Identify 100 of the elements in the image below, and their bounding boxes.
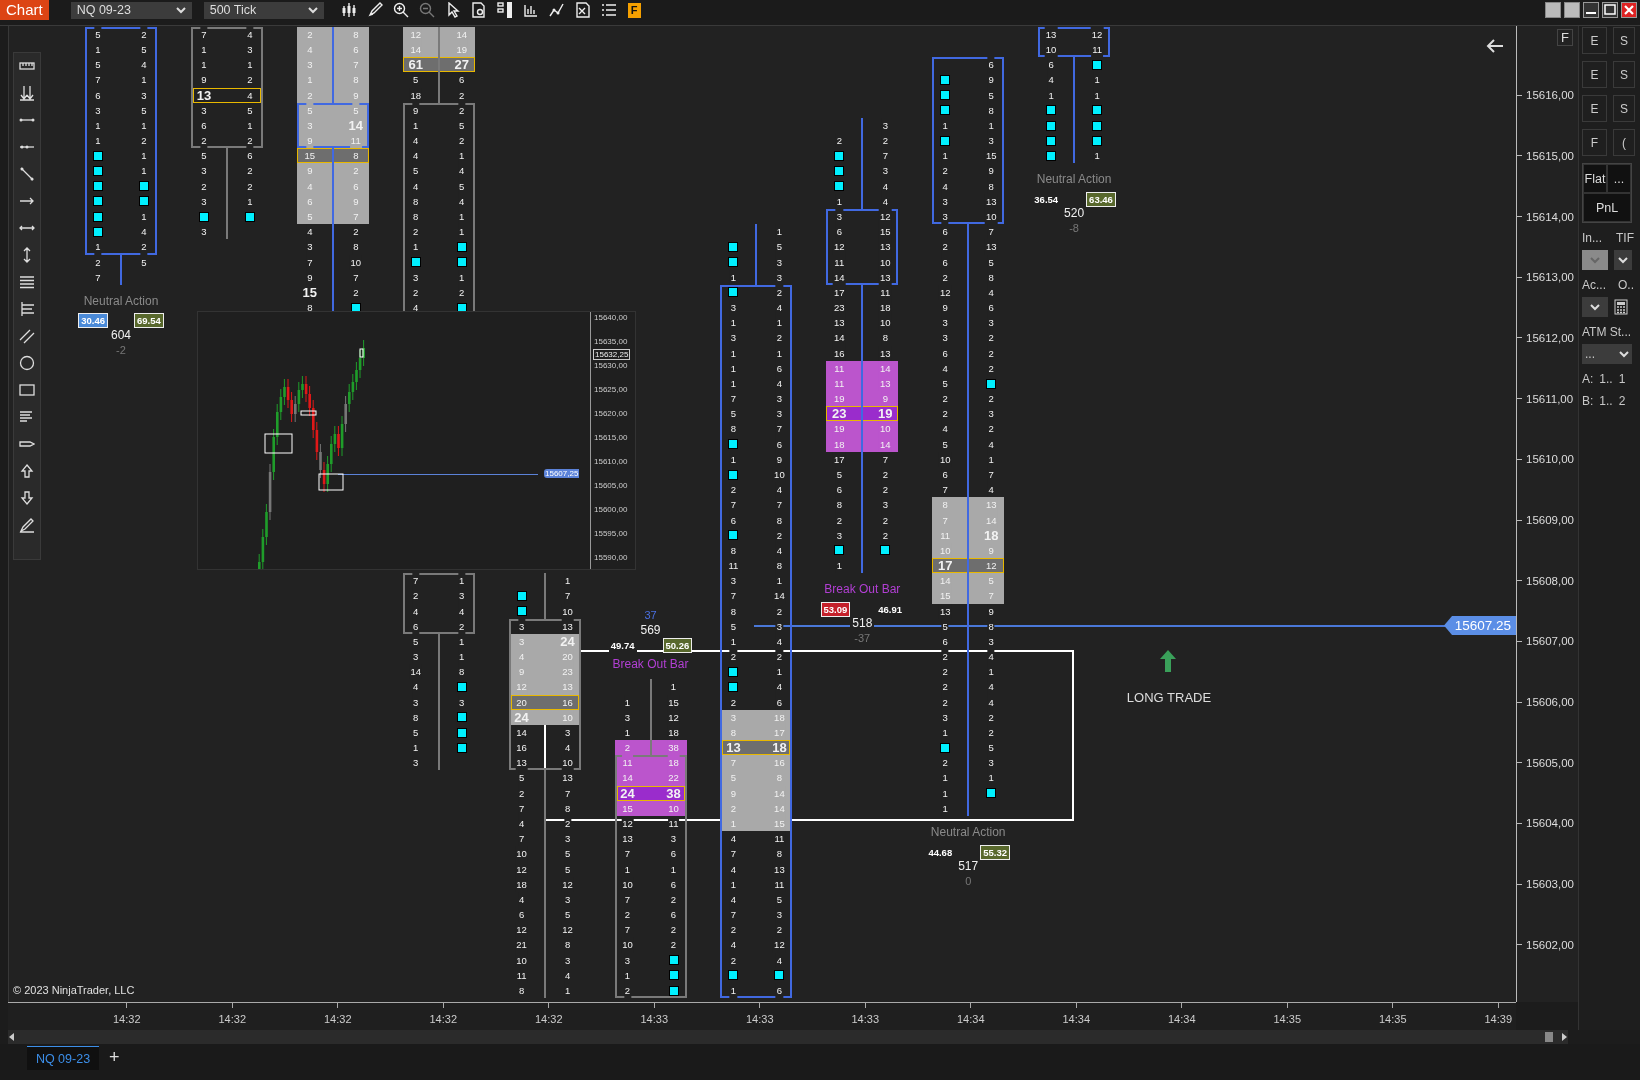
imbalance-marker <box>728 530 739 541</box>
close-icon[interactable] <box>1621 2 1637 18</box>
scrollbar-thumb[interactable] <box>1545 1032 1553 1042</box>
imbalance-marker <box>834 166 845 177</box>
buy-percent: 63.46 <box>1086 192 1116 207</box>
add-tab-button[interactable]: + <box>105 1046 124 1070</box>
rectangle-outline <box>318 473 344 491</box>
order-button[interactable]: S <box>1613 95 1635 122</box>
imbalance-marker <box>668 970 679 981</box>
time-label: 14:34 <box>1061 1012 1091 1025</box>
atm-strategy-label: ATM St... <box>1582 325 1632 339</box>
imbalance-marker <box>456 682 467 692</box>
price-label: 15590,00 <box>594 553 628 563</box>
quantity-value: 1.. <box>1599 372 1613 386</box>
buy-percent: 50.26 <box>662 637 693 653</box>
down-arrow-icon[interactable] <box>19 490 35 506</box>
instrument-label: In... <box>1582 231 1602 245</box>
hierarchy-icon[interactable] <box>496 2 513 18</box>
chart-menu-button[interactable]: Chart <box>0 0 49 20</box>
price-axis-label: 15608,00 <box>1517 550 1578 612</box>
chart-tab[interactable]: NQ 09-23 <box>27 1046 99 1070</box>
pencil-icon[interactable] <box>366 2 383 18</box>
imbalance-marker <box>1092 135 1103 146</box>
feature-button[interactable]: F <box>627 2 641 18</box>
line-chart-icon[interactable] <box>548 2 565 18</box>
parallel-lines-icon[interactable] <box>19 328 35 344</box>
order-button[interactable]: E <box>1582 27 1607 54</box>
high-price-tag: 15632,25 <box>593 349 631 360</box>
ask-volume: 38 <box>665 785 682 801</box>
minimize-icon[interactable] <box>1583 2 1599 18</box>
imbalance-marker <box>456 712 467 723</box>
document-icon[interactable] <box>574 2 591 18</box>
ask-volume: 8 <box>352 149 360 164</box>
imbalance-marker <box>1092 105 1103 116</box>
diagonal-line-icon[interactable] <box>19 166 35 182</box>
imbalance-marker <box>834 181 845 192</box>
time-label: 14:33 <box>850 1012 880 1025</box>
text-lines-icon[interactable] <box>19 409 35 425</box>
price-axis-label: 15607,00 <box>1517 611 1578 672</box>
bar-chart-icon[interactable] <box>522 2 539 18</box>
imbalance-marker <box>456 257 467 268</box>
circle-icon[interactable] <box>19 355 35 371</box>
back-arrow-icon[interactable] <box>1485 38 1505 54</box>
order-button[interactable]: ( <box>1613 129 1635 156</box>
tif-select[interactable] <box>1614 250 1632 270</box>
sell-percent: 53.09 <box>820 601 851 617</box>
order-button[interactable]: S <box>1613 27 1635 54</box>
rectangle-outline <box>359 348 364 358</box>
imbalance-marker <box>1046 105 1057 116</box>
order-button[interactable]: S <box>1613 61 1635 88</box>
imbalance-marker <box>139 181 149 192</box>
horizontal-lines-icon[interactable] <box>19 274 35 290</box>
scroll-right-icon[interactable] <box>1561 1032 1568 1042</box>
order-button[interactable]: F <box>1582 129 1607 156</box>
instrument-dropdown[interactable]: NQ 09-23 <box>70 1 192 19</box>
trade-label: LONG TRADE <box>1125 690 1213 705</box>
imbalance-marker <box>456 241 467 252</box>
fibonacci-icon[interactable] <box>19 301 35 317</box>
up-arrow-icon[interactable] <box>19 463 35 479</box>
buy-percent: 69.54 <box>134 313 164 329</box>
imbalance-marker <box>774 970 785 981</box>
position-menu-button[interactable]: ... <box>1607 164 1631 193</box>
price-axis-label: 15616,00 <box>1517 64 1578 126</box>
candlestick-icon[interactable] <box>340 2 357 18</box>
pencil-icon[interactable] <box>19 517 35 533</box>
list-icon[interactable] <box>600 2 617 18</box>
imbalance-marker <box>93 166 103 177</box>
horizontal-scrollbar[interactable] <box>8 1030 1568 1044</box>
imbalance-marker <box>139 196 149 207</box>
f-button[interactable]: F <box>1557 29 1573 46</box>
time-label: 14:34 <box>956 1012 986 1025</box>
ask-volume: 27 <box>453 57 470 73</box>
rectangle-outline <box>264 433 293 454</box>
chevron-down-icon <box>1618 256 1628 264</box>
imbalance-marker <box>728 257 739 268</box>
bid-volume: 61 <box>407 57 424 73</box>
imbalance-marker <box>1046 135 1057 146</box>
zoom-out-icon[interactable] <box>418 2 435 18</box>
scroll-left-icon[interactable] <box>8 1032 15 1042</box>
price-label: 15640,00 <box>594 312 628 322</box>
order-button[interactable]: E <box>1582 61 1607 88</box>
imbalance-marker <box>880 545 891 556</box>
calculator-icon[interactable] <box>1614 299 1628 315</box>
imbalance-marker <box>1046 120 1057 131</box>
maximize-icon[interactable] <box>1602 2 1618 18</box>
bid-volume: 13 <box>725 740 742 756</box>
order-button[interactable]: E <box>1582 95 1607 122</box>
account-select[interactable] <box>1582 297 1608 317</box>
price-axis-label: 15609,00 <box>1517 489 1578 551</box>
imbalance-marker <box>728 666 739 677</box>
atm-strategy-select[interactable]: ... <box>1582 344 1632 364</box>
time-label: 14:32 <box>112 1012 142 1025</box>
imbalance-marker <box>516 606 527 617</box>
zoom-in-icon[interactable] <box>392 2 409 18</box>
interval-dropdown[interactable]: 500 Tick <box>203 1 324 19</box>
double-arrow-down-icon[interactable] <box>19 85 35 101</box>
time-label: 14:32 <box>217 1012 247 1025</box>
rectangle-icon[interactable] <box>19 382 35 398</box>
document-search-icon[interactable] <box>470 2 487 18</box>
position-display: Flat <box>1583 164 1607 193</box>
